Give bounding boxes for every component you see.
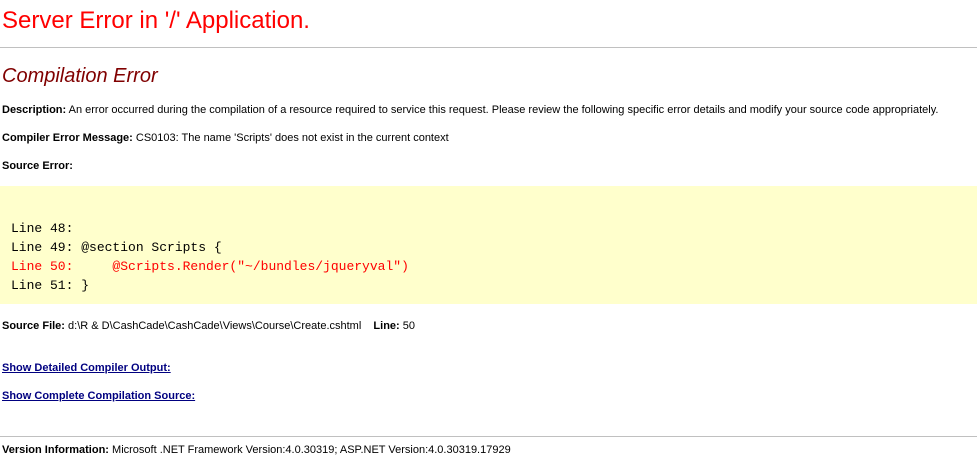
source-code-line-error: Line 50: @Scripts.Render("~/bundles/jque… bbox=[11, 259, 409, 274]
show-detailed-compiler-output-link[interactable]: Show Detailed Compiler Output: bbox=[2, 361, 171, 375]
source-file-line: Source File: d:\R & D\CashCade\CashCade\… bbox=[2, 319, 415, 333]
source-file-line-number: 50 bbox=[402, 320, 416, 332]
version-info-label: Version Information: bbox=[2, 444, 109, 456]
source-error-heading: Source Error: bbox=[2, 159, 73, 173]
source-file-line-label: Line: bbox=[373, 320, 400, 332]
footer-divider bbox=[0, 436, 977, 437]
source-code-line: Line 51: } bbox=[11, 278, 90, 293]
description-label: Description: bbox=[2, 104, 67, 116]
show-complete-compilation-source-link[interactable]: Show Complete Compilation Source: bbox=[2, 389, 195, 403]
page-title: Server Error in '/' Application. bbox=[2, 7, 310, 34]
source-code-line: Line 49: @section Scripts { bbox=[11, 240, 222, 255]
source-code-line: Line 48: bbox=[11, 221, 74, 236]
source-error-label: Source Error: bbox=[2, 160, 73, 172]
source-code-block: Line 48: Line 49: @section Scripts { Line … bbox=[11, 219, 409, 295]
error-subtitle: Compilation Error bbox=[2, 65, 158, 87]
title-divider bbox=[0, 47, 977, 48]
compiler-error-text: CS0103: The name 'Scripts' does not exis… bbox=[135, 132, 449, 144]
description-line: Description: An error occurred during th… bbox=[2, 103, 938, 117]
compiler-error-label: Compiler Error Message: bbox=[2, 132, 133, 144]
compiler-error-line: Compiler Error Message: CS0103: The name… bbox=[2, 131, 449, 145]
version-info-text: Microsoft .NET Framework Version:4.0.303… bbox=[112, 444, 511, 456]
source-file-label: Source File: bbox=[2, 320, 65, 332]
version-info-line: Version Information: Microsoft .NET Fram… bbox=[2, 443, 511, 457]
source-file-path: d:\R & D\CashCade\CashCade\Views\Course\… bbox=[68, 320, 362, 332]
description-text: An error occurred during the compilation… bbox=[68, 104, 939, 116]
